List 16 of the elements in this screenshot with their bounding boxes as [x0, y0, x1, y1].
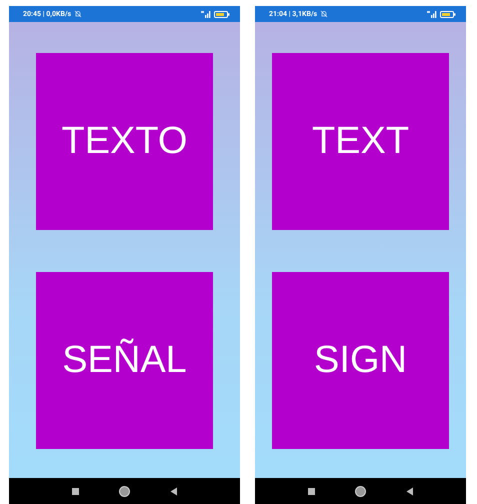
back-icon[interactable]	[406, 486, 414, 496]
signal-icon	[201, 10, 211, 18]
word-button[interactable]: TEXTO	[36, 53, 213, 230]
battery-icon	[440, 10, 456, 18]
word-button[interactable]: TEXT	[272, 53, 449, 230]
word-button[interactable]: SEÑAL	[36, 272, 213, 449]
bell-off-icon	[320, 10, 328, 18]
bell-off-icon	[74, 10, 82, 18]
back-icon[interactable]	[170, 486, 178, 496]
signal-icon	[427, 10, 437, 18]
recents-icon[interactable]	[308, 488, 314, 494]
word-button[interactable]: SIGN	[272, 272, 449, 449]
recents-icon[interactable]	[72, 488, 78, 494]
home-icon[interactable]	[118, 486, 130, 496]
home-icon[interactable]	[354, 486, 366, 496]
battery-icon	[214, 10, 230, 18]
